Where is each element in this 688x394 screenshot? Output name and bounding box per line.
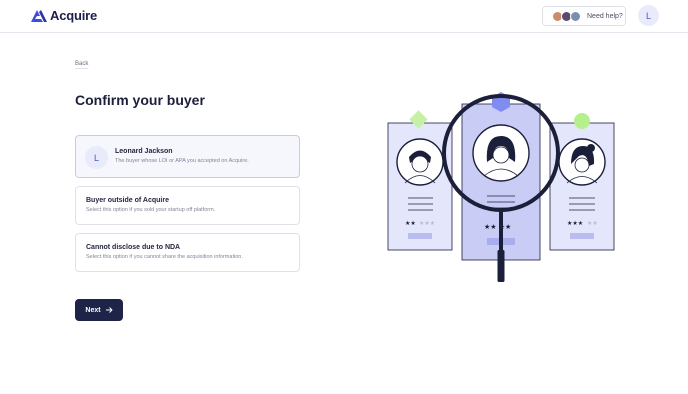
svg-text:★★★: ★★★ — [419, 220, 435, 227]
brand-name: Acquire — [50, 8, 98, 23]
arrow-right-icon — [105, 307, 113, 313]
option-description: The buyer whose LOI or APA you accepted … — [115, 158, 249, 164]
helper-avatars — [552, 10, 581, 22]
option-cannot-disclose[interactable]: Cannot disclose due to NDA Select this o… — [75, 233, 300, 272]
helper-avatar — [570, 10, 581, 22]
option-text: Leonard Jackson The buyer whose LOI or A… — [115, 148, 249, 164]
profile-card-left: ★★ ★★★ — [387, 122, 453, 251]
option-title: Cannot disclose due to NDA — [86, 244, 181, 251]
next-button[interactable]: Next — [75, 299, 123, 321]
back-link[interactable]: Back — [75, 61, 89, 69]
top-bar: Acquire Need help? L — [0, 0, 688, 33]
need-help-button[interactable]: Need help? — [542, 6, 626, 26]
brand-logo[interactable]: Acquire — [31, 8, 97, 23]
user-avatar[interactable]: L — [638, 5, 659, 26]
svg-text:★★: ★★ — [405, 220, 416, 227]
green-circle-shape — [574, 113, 590, 129]
acquire-logo-icon — [31, 9, 47, 22]
next-label: Next — [85, 306, 101, 314]
option-leonard-jackson[interactable]: L Leonard Jackson The buyer whose LOI or… — [75, 135, 300, 178]
option-buyer-outside[interactable]: Buyer outside of Acquire Select this opt… — [75, 186, 300, 225]
option-title: Leonard Jackson — [115, 148, 173, 155]
svg-text:★★: ★★ — [587, 220, 598, 227]
profile-card-right: ★★★ ★★ — [549, 122, 615, 251]
option-text: Buyer outside of Acquire Select this opt… — [86, 197, 215, 213]
buyer-search-illustration: ★★ ★★★ ★★★ ★★ ★★ ★★ — [387, 92, 615, 282]
svg-text:★★★: ★★★ — [567, 220, 583, 227]
option-description: Select this option if you cannot share t… — [86, 254, 243, 260]
svg-text:★★ ★★: ★★ ★★ — [484, 223, 511, 231]
option-text: Cannot disclose due to NDA Select this o… — [86, 244, 243, 260]
buyer-avatar: L — [85, 146, 108, 169]
option-title: Buyer outside of Acquire — [86, 197, 169, 204]
need-help-label: Need help? — [587, 12, 623, 20]
page-title: Confirm your buyer — [75, 92, 205, 108]
option-description: Select this option if you sold your star… — [86, 207, 216, 213]
